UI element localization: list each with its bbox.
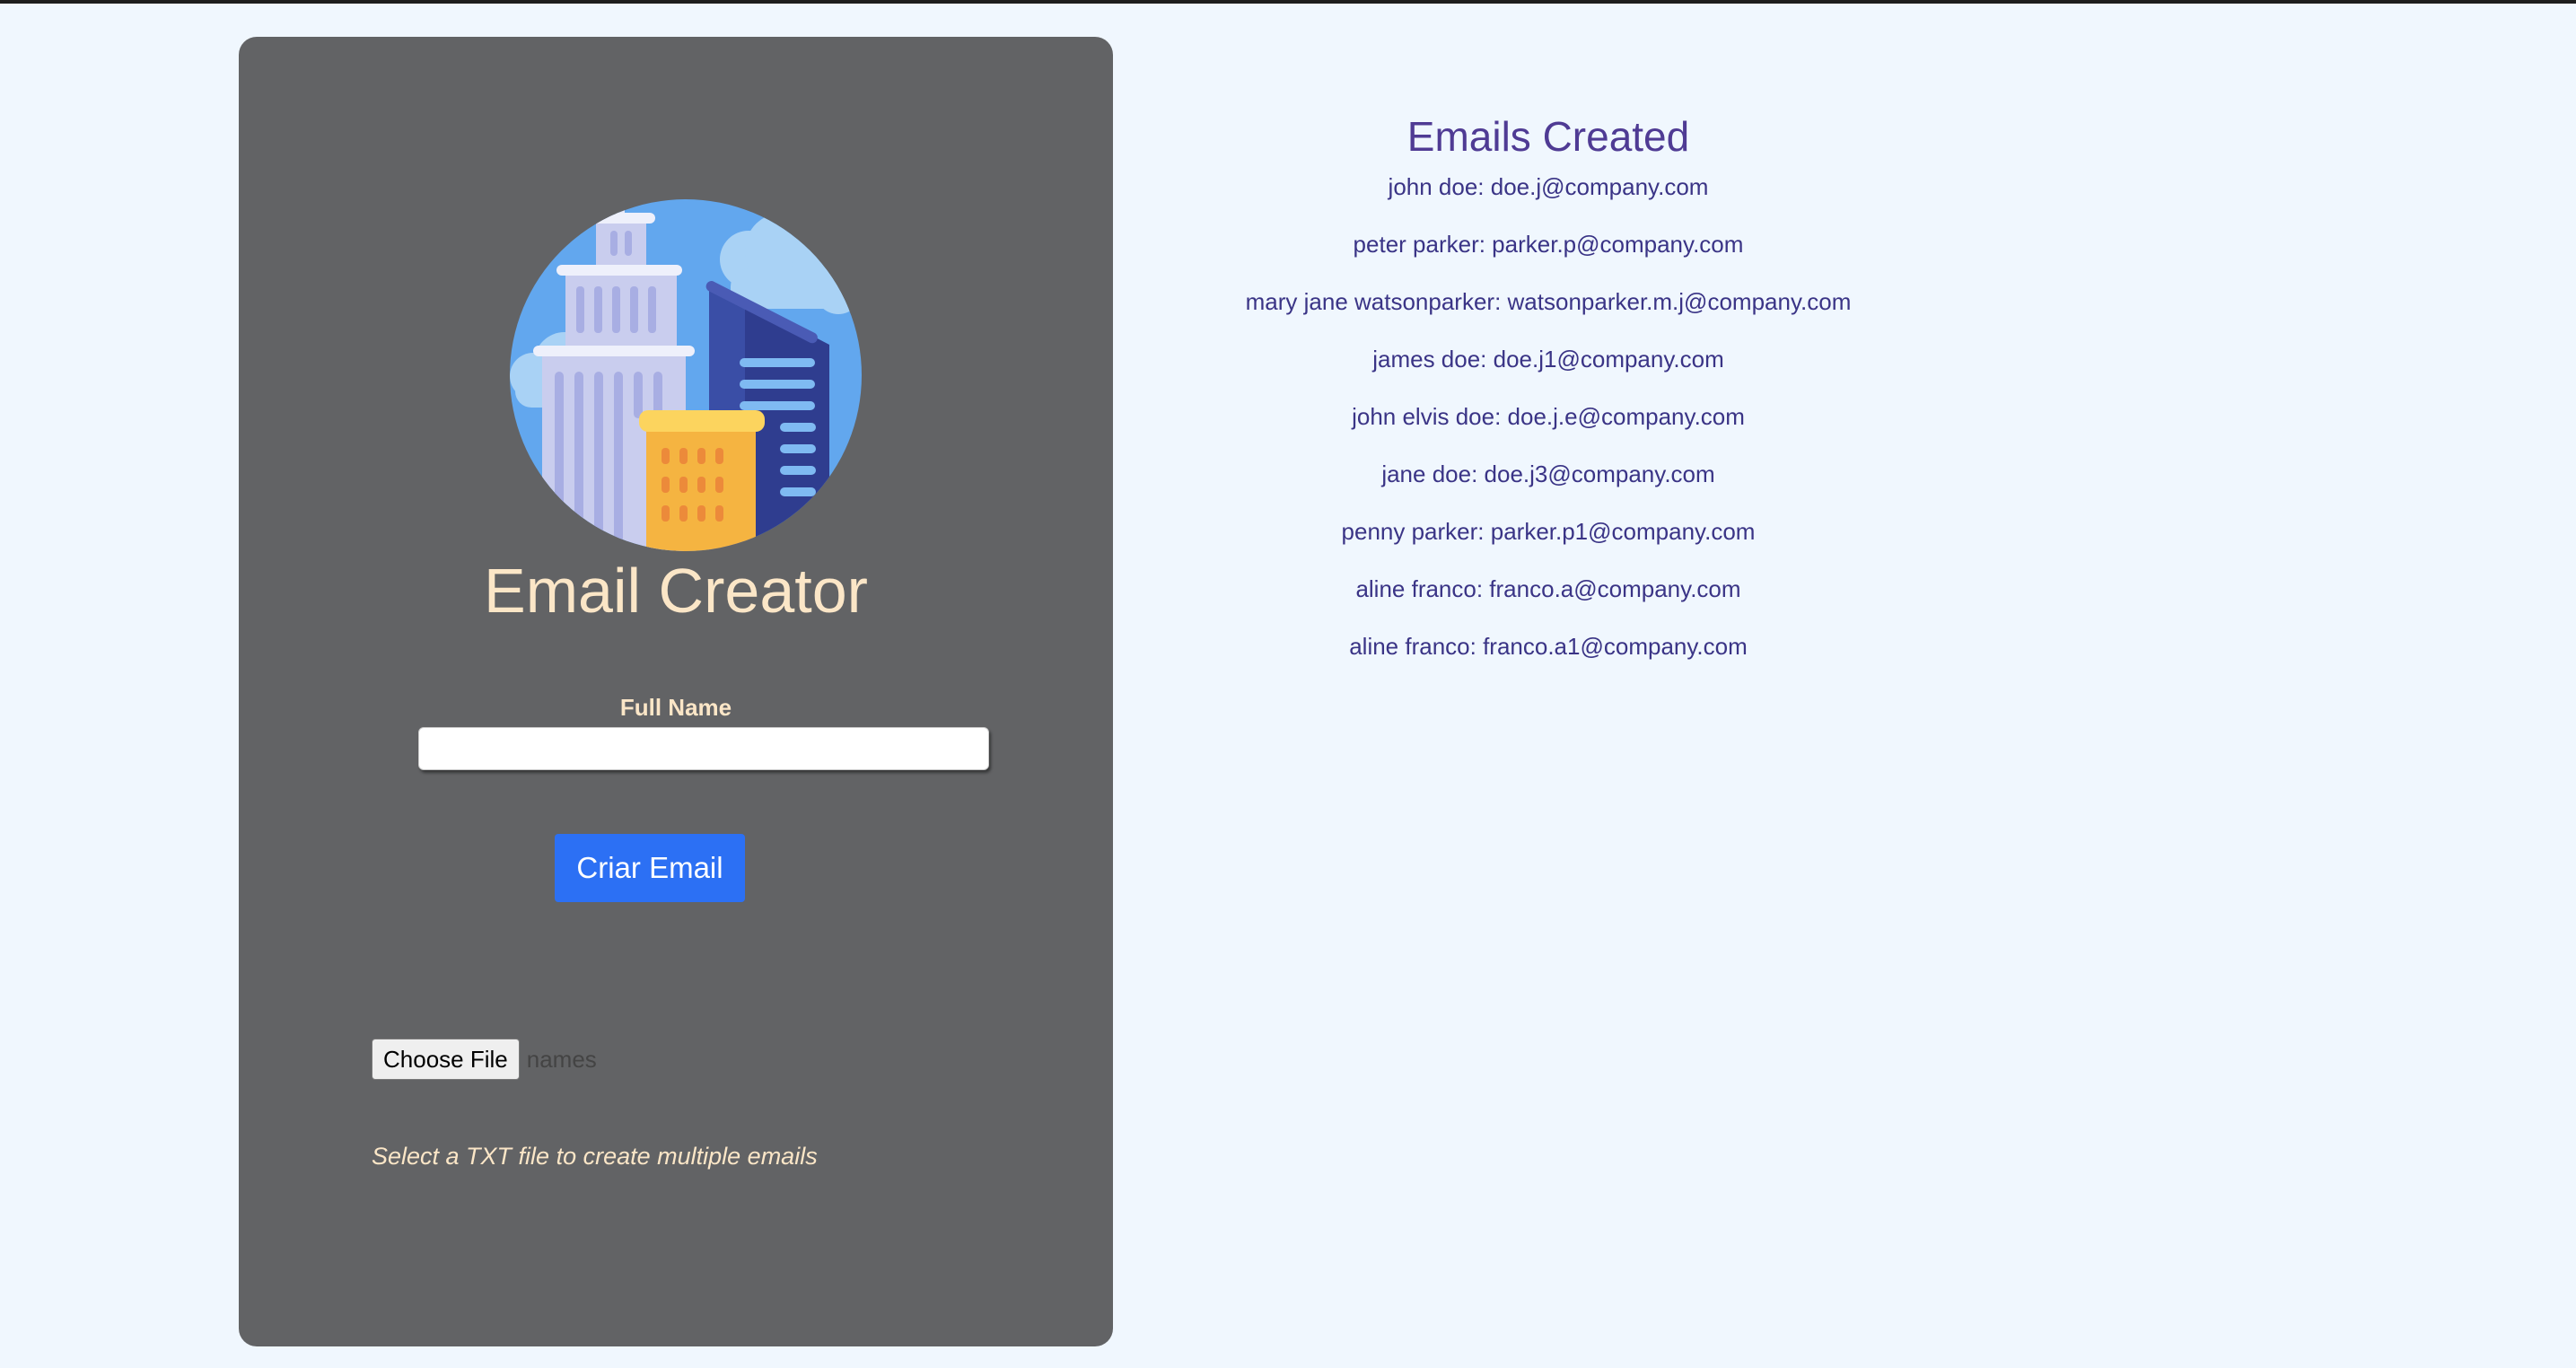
choose-file-button[interactable]: Choose File xyxy=(372,1039,520,1080)
full-name-label: Full Name xyxy=(619,694,732,721)
list-item: john doe: doe.j@company.com xyxy=(1388,173,1709,200)
list-item: peter parker: parker.p@company.com xyxy=(1353,231,1744,258)
list-item: john elvis doe: doe.j.e@company.com xyxy=(1352,403,1745,430)
city-buildings-icon xyxy=(497,152,874,565)
file-picker: Choose File names xyxy=(372,1039,597,1080)
list-item: aline franco: franco.a@company.com xyxy=(1355,575,1741,602)
emails-created-section: Emails Created john doe: doe.j@company.c… xyxy=(1140,104,1957,686)
full-name-input[interactable] xyxy=(418,727,989,770)
emails-created-title: Emails Created xyxy=(1406,113,1690,160)
create-email-button[interactable]: Criar Email xyxy=(555,834,745,902)
list-item: penny parker: parker.p1@company.com xyxy=(1341,518,1756,545)
page-title: Email Creator xyxy=(484,556,868,626)
list-item: aline franco: franco.a1@company.com xyxy=(1349,633,1748,660)
email-creator-panel: Email Creator Full Name Criar Email Choo… xyxy=(239,37,1113,1346)
file-hint-text: Select a TXT file to create multiple ema… xyxy=(372,1143,818,1170)
list-item: jane doe: doe.j3@company.com xyxy=(1381,460,1715,487)
list-item: mary jane watsonparker: watsonparker.m.j… xyxy=(1245,288,1852,315)
email-list: john doe: doe.j@company.com peter parker… xyxy=(1140,169,1957,686)
selected-file-name: names xyxy=(526,1045,597,1073)
list-item: james doe: doe.j1@company.com xyxy=(1372,346,1724,373)
